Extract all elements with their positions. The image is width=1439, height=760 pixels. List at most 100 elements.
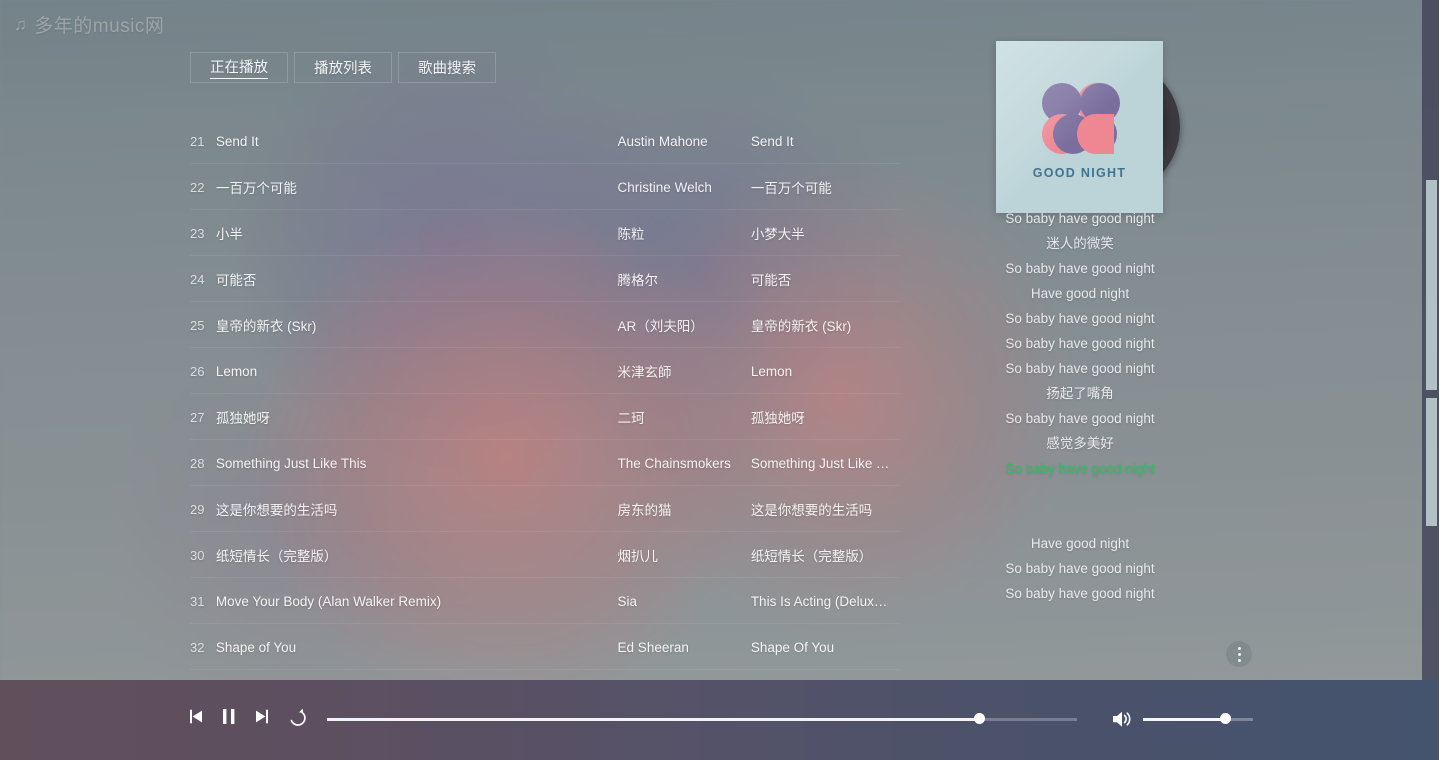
- progress-slider[interactable]: [327, 713, 1077, 724]
- volume-up-icon[interactable]: [1110, 708, 1134, 735]
- lyric-line: Have good night: [1030, 286, 1130, 301]
- table-row[interactable]: 30 纸短情长（完整版） 烟扒儿 纸短情长（完整版）: [190, 532, 900, 578]
- row-index: 32: [190, 639, 205, 655]
- dot: [1237, 658, 1241, 662]
- row-album: Shape Of You: [750, 639, 835, 655]
- progress-handle[interactable]: [974, 713, 985, 724]
- lyric-line-active: So baby have good night: [1005, 461, 1155, 476]
- table-row[interactable]: 31 Move Your Body (Alan Walker Remix) Si…: [190, 578, 900, 624]
- lyric-line: [960, 506, 1200, 531]
- table-row[interactable]: 32 Shape of You Ed Sheeran Shape Of You: [190, 624, 900, 670]
- row-artist: 二珂: [617, 411, 645, 426]
- row-index: 28: [190, 455, 205, 471]
- app-header: ♫ 多年的music网: [0, 0, 1439, 46]
- row-album: 这是你想要的生活吗: [750, 503, 873, 518]
- table-row[interactable]: 23 小半 陈粒 小梦大半: [190, 210, 900, 256]
- tab-now-playing-label: 正在播放: [210, 56, 268, 79]
- cover-gloss-overlay: [996, 41, 1163, 213]
- table-row[interactable]: 28 Something Just Like This The Chainsmo…: [190, 440, 900, 486]
- row-title: 皇帝的新衣 (Skr): [215, 319, 317, 334]
- album-cover: GOOD NIGHT: [996, 41, 1163, 213]
- table-row[interactable]: 24 可能否 腾格尔 可能否: [190, 256, 900, 302]
- next-track-icon[interactable]: [253, 707, 272, 726]
- page-scrollbar[interactable]: [1422, 0, 1439, 680]
- row-artist: 米津玄師: [617, 365, 672, 380]
- row-album: 一百万个可能: [750, 181, 832, 196]
- lyric-line: [960, 631, 1200, 638]
- row-album: 小梦大半: [750, 227, 805, 242]
- table-row[interactable]: 26 Lemon 米津玄師 Lemon: [190, 348, 900, 394]
- dot: [1237, 646, 1241, 650]
- row-title: Lemon: [215, 363, 258, 379]
- row-artist: Christine Welch: [617, 179, 712, 195]
- music-note-icon: ♫: [14, 15, 28, 34]
- table-row[interactable]: 27 孤独她呀 二珂 孤独她呀: [190, 394, 900, 440]
- dot: [1237, 652, 1241, 656]
- row-album: 皇帝的新衣 (Skr): [750, 319, 852, 334]
- tab-song-search[interactable]: 歌曲搜索: [398, 52, 496, 83]
- lyric-line: So baby have good night: [1005, 336, 1155, 351]
- row-album: Send It: [750, 133, 794, 149]
- row-artist: Sia: [617, 593, 638, 609]
- main-tabs: 正在播放 播放列表 歌曲搜索: [190, 52, 502, 83]
- row-index: 27: [190, 409, 205, 425]
- row-title: Move Your Body (Alan Walker Remix): [215, 593, 442, 609]
- scrollbar-thumb[interactable]: [1426, 180, 1437, 390]
- row-artist: 烟扒儿: [617, 549, 659, 564]
- row-index: 31: [190, 593, 205, 609]
- lyric-line: So baby have good night: [1005, 311, 1155, 326]
- row-index: 23: [190, 225, 205, 241]
- row-title: 这是你想要的生活吗: [215, 503, 338, 518]
- table-row[interactable]: 22 一百万个可能 Christine Welch 一百万个可能: [190, 164, 900, 210]
- repeat-icon[interactable]: [286, 706, 307, 727]
- row-title: Shape of You: [215, 639, 297, 655]
- row-album: Lemon: [750, 363, 793, 379]
- lyric-line: [960, 481, 1200, 506]
- app-brand: ♫ 多年的music网: [14, 11, 164, 38]
- lyric-line: So baby have good night: [1005, 586, 1155, 601]
- album-artwork[interactable]: GOOD NIGHT: [996, 41, 1186, 213]
- table-row[interactable]: 21 Send It Austin Mahone Send It: [190, 118, 900, 164]
- row-title: 纸短情长（完整版）: [215, 549, 338, 564]
- row-artist: Ed Sheeran: [617, 639, 689, 655]
- tab-playlist[interactable]: 播放列表: [294, 52, 392, 83]
- pause-icon[interactable]: [219, 706, 239, 727]
- previous-track-icon[interactable]: [186, 707, 205, 726]
- row-album: 可能否: [750, 273, 792, 288]
- row-title: 一百万个可能: [215, 181, 297, 196]
- row-title: 可能否: [215, 273, 257, 288]
- table-row[interactable]: 29 这是你想要的生活吗 房东的猫 这是你想要的生活吗: [190, 486, 900, 532]
- row-artist: AR（刘夫阳）: [617, 319, 704, 334]
- lyric-line: 感觉多美好: [1046, 436, 1114, 451]
- row-index: 21: [190, 133, 205, 149]
- tab-song-search-label: 歌曲搜索: [418, 61, 476, 77]
- volume-slider[interactable]: [1143, 713, 1253, 724]
- volume-fill: [1143, 718, 1226, 721]
- row-album: 孤独她呀: [750, 411, 805, 426]
- row-artist: 陈粒: [617, 227, 645, 242]
- lyric-line: 扬起了嘴角: [1046, 386, 1114, 401]
- lyric-line: So baby have good night: [1005, 361, 1155, 376]
- playback-controls: [186, 706, 307, 727]
- scrollbar-thumb-secondary[interactable]: [1426, 398, 1437, 526]
- row-index: 29: [190, 501, 205, 517]
- tab-now-playing[interactable]: 正在播放: [190, 52, 288, 83]
- row-index: 24: [190, 271, 205, 287]
- row-artist: 腾格尔: [617, 273, 659, 288]
- row-album: This Is Acting (Deluxe...: [750, 593, 890, 609]
- row-index: 26: [190, 363, 205, 379]
- song-list: 21 Send It Austin Mahone Send It 22 一百万个…: [190, 118, 900, 670]
- row-title: 孤独她呀: [215, 411, 270, 426]
- volume-handle[interactable]: [1220, 713, 1231, 724]
- row-artist: 房东的猫: [617, 503, 672, 518]
- table-row[interactable]: 25 皇帝的新衣 (Skr) AR（刘夫阳） 皇帝的新衣 (Skr): [190, 302, 900, 348]
- progress-fill: [327, 718, 980, 721]
- lyrics-panel[interactable]: So baby have good night 迷人的微笑 So baby ha…: [960, 206, 1200, 638]
- lyric-line: [960, 606, 1200, 631]
- row-album: Something Just Like T...: [750, 455, 890, 471]
- row-index: 22: [190, 179, 205, 195]
- lyric-line: So baby have good night: [1005, 211, 1155, 226]
- more-vertical-icon[interactable]: [1226, 641, 1252, 667]
- row-index: 25: [190, 317, 205, 333]
- row-title: 小半: [215, 227, 243, 242]
